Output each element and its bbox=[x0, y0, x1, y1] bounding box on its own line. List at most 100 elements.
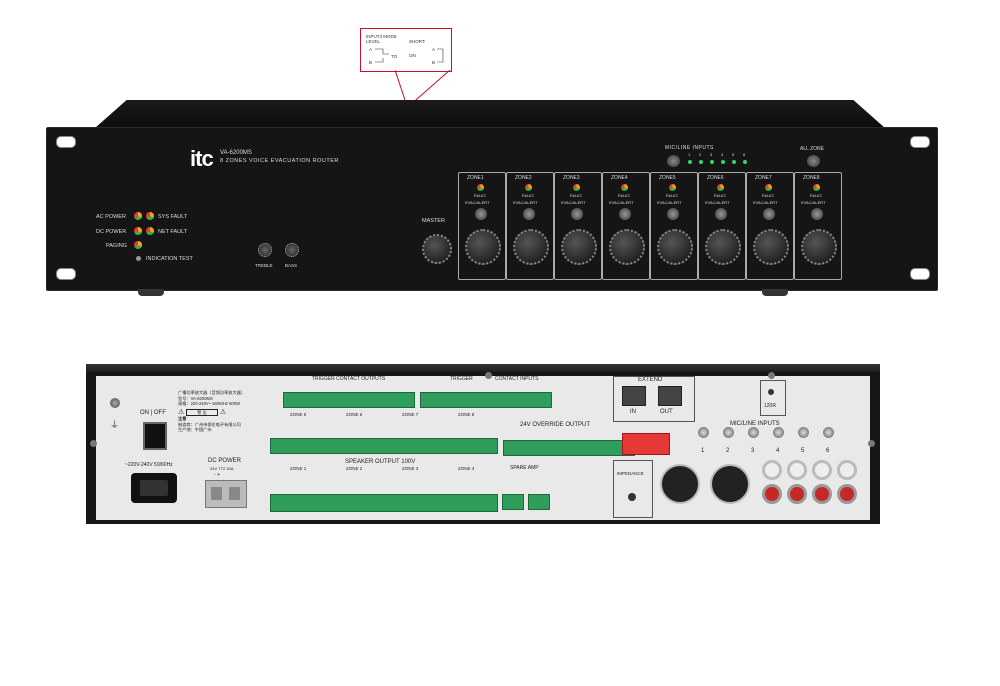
xlr-input[interactable] bbox=[660, 464, 700, 504]
product-subtitle: 8 ZONES VOICE EVACUATION ROUTER bbox=[220, 158, 339, 164]
zone-evac-label: EVAC/ALERT bbox=[561, 200, 586, 205]
contact-inputs-label: CONTACT INPUTS bbox=[495, 376, 539, 382]
zone-evac-button[interactable] bbox=[667, 208, 679, 220]
speaker-output-label: SPEAKER OUTPUT 100V bbox=[345, 459, 416, 465]
rca-input-white[interactable] bbox=[837, 460, 857, 480]
foot bbox=[762, 289, 788, 296]
zone-volume-knob[interactable] bbox=[465, 229, 501, 265]
zone-evac-button[interactable] bbox=[475, 208, 487, 220]
rear-input-number: 6 bbox=[826, 448, 830, 454]
zone-volume-knob[interactable] bbox=[801, 229, 837, 265]
input-led-4 bbox=[721, 160, 725, 164]
zone-volume-knob[interactable] bbox=[561, 229, 597, 265]
zone-volume-knob[interactable] bbox=[657, 229, 693, 265]
impedance-jack[interactable] bbox=[628, 493, 636, 501]
indication-test-label: INDICATION TEST bbox=[146, 256, 193, 262]
status-panel: AC POWER SYS FAULT DC POWER NET FAULT PA… bbox=[90, 212, 220, 262]
zone-volume-knob[interactable] bbox=[513, 229, 549, 265]
extend-label: EXTEND bbox=[638, 377, 663, 383]
ground-icon: ⏚ bbox=[110, 420, 120, 430]
status-ac-power-led bbox=[134, 212, 142, 220]
zone-module: ZONE8 FAULT EVAC/ALERT bbox=[794, 172, 842, 280]
zone-name: ZONE7 bbox=[755, 175, 772, 181]
zone-lower-terminal bbox=[270, 494, 498, 512]
zone-upper-label-6: ZONE 6 bbox=[346, 412, 363, 417]
zone-name: ZONE4 bbox=[611, 175, 628, 181]
rear-input-trim-knob[interactable] bbox=[773, 427, 784, 438]
zone-fault-label: FAULT bbox=[762, 193, 775, 198]
electric-warning-icon: ⚠ bbox=[219, 408, 227, 416]
rca-input-red[interactable] bbox=[837, 484, 857, 504]
zone-evac-button[interactable] bbox=[811, 208, 823, 220]
callout-subtitle: LEVEL bbox=[366, 39, 381, 44]
rear-input-trim-knob[interactable] bbox=[723, 427, 734, 438]
zone-lower-row: ZONE 1 ZONE 2 ZONE 3 ZONE 4 bbox=[268, 466, 498, 516]
zone-name: ZONE8 bbox=[803, 175, 820, 181]
dc-polarity-label: - + bbox=[214, 472, 220, 478]
master-volume-knob[interactable] bbox=[422, 234, 452, 264]
input-led-1 bbox=[688, 160, 692, 164]
zone-evac-button[interactable] bbox=[715, 208, 727, 220]
zone-upper-label-8: ZONE 8 bbox=[458, 412, 475, 417]
status-sys-fault-label: SYS FAULT bbox=[158, 214, 188, 220]
treble-label: TREBLE bbox=[255, 263, 273, 268]
ac-power-inlet bbox=[131, 473, 177, 503]
indication-test-button[interactable] bbox=[136, 256, 141, 261]
rca-input-white[interactable] bbox=[762, 460, 782, 480]
inset-callout: INPUT3 MODE LEVEL SHORT: ON A B A B TO bbox=[360, 28, 452, 72]
input-led-6 bbox=[743, 160, 747, 164]
zone-module: ZONE1 FAULT EVAC/ALERT bbox=[458, 172, 506, 280]
contact-terminal-block bbox=[420, 392, 552, 408]
input-led-5 bbox=[732, 160, 736, 164]
zone-fault-led bbox=[477, 184, 484, 191]
front-panel-top bbox=[95, 100, 885, 128]
rack-hole bbox=[56, 136, 76, 148]
product-label: 广播功率放大器（音频功率放大器） 型号：VA-6200MS 规格：220-240… bbox=[178, 390, 268, 458]
bass-knob[interactable] bbox=[285, 243, 299, 257]
zone-upper-row: ZONE 5 ZONE 6 ZONE 7 ZONE 8 bbox=[268, 408, 498, 458]
input-number-1: 1 bbox=[688, 152, 691, 157]
override-output-label: 24V OVERRIDE OUTPUT bbox=[520, 422, 591, 428]
bass-label: BASS bbox=[285, 263, 298, 268]
zone-evac-label: EVAC/ALERT bbox=[513, 200, 538, 205]
zone-fault-led bbox=[717, 184, 724, 191]
callout-diagram: INPUT3 MODE LEVEL SHORT: ON A B A B TO bbox=[366, 34, 444, 65]
all-zone-button[interactable] bbox=[807, 155, 820, 167]
override-terminal bbox=[503, 440, 635, 456]
zone-evac-button[interactable] bbox=[571, 208, 583, 220]
zone-fault-label: FAULT bbox=[810, 193, 823, 198]
zone-module: ZONE7 FAULT EVAC/ALERT bbox=[746, 172, 794, 280]
rca-input-red[interactable] bbox=[812, 484, 832, 504]
termination-label: 120R bbox=[764, 403, 776, 409]
zone-volume-knob[interactable] bbox=[705, 229, 741, 265]
zone-evac-button[interactable] bbox=[763, 208, 775, 220]
rear-input-trim-knob[interactable] bbox=[698, 427, 709, 438]
zone-evac-button[interactable] bbox=[523, 208, 535, 220]
termination-switch[interactable] bbox=[768, 389, 774, 395]
rear-input-trim-knob[interactable] bbox=[823, 427, 834, 438]
treble-knob[interactable] bbox=[258, 243, 272, 257]
rca-input-white[interactable] bbox=[787, 460, 807, 480]
rear-input-number: 2 bbox=[726, 448, 730, 454]
zone-volume-knob[interactable] bbox=[753, 229, 789, 265]
rca-input-red[interactable] bbox=[762, 484, 782, 504]
zone-evac-button[interactable] bbox=[619, 208, 631, 220]
mic-input-select-button[interactable] bbox=[667, 155, 680, 167]
extend-out-port[interactable] bbox=[658, 386, 682, 406]
rear-input-number: 3 bbox=[751, 448, 755, 454]
extend-in-port[interactable] bbox=[622, 386, 646, 406]
rear-input-trim-knob[interactable] bbox=[748, 427, 759, 438]
warning-icon: ⚠ bbox=[178, 408, 185, 416]
zone-volume-knob[interactable] bbox=[609, 229, 645, 265]
trigger-contact-outputs-label: TRIGGER CONTACT OUTPUTS bbox=[312, 376, 386, 382]
rear-input-trim-knob[interactable] bbox=[798, 427, 809, 438]
rca-input-white[interactable] bbox=[812, 460, 832, 480]
zone-lower-label-3: ZONE 3 bbox=[402, 466, 419, 471]
zone-fault-led bbox=[813, 184, 820, 191]
xlr-input[interactable] bbox=[710, 464, 750, 504]
zone-evac-label: EVAC/ALERT bbox=[657, 200, 682, 205]
power-switch[interactable] bbox=[143, 422, 167, 450]
rca-input-red[interactable] bbox=[787, 484, 807, 504]
callout-on: ON bbox=[409, 53, 416, 58]
rear-inputs: 1 2 3 4 5 6 bbox=[650, 424, 860, 516]
